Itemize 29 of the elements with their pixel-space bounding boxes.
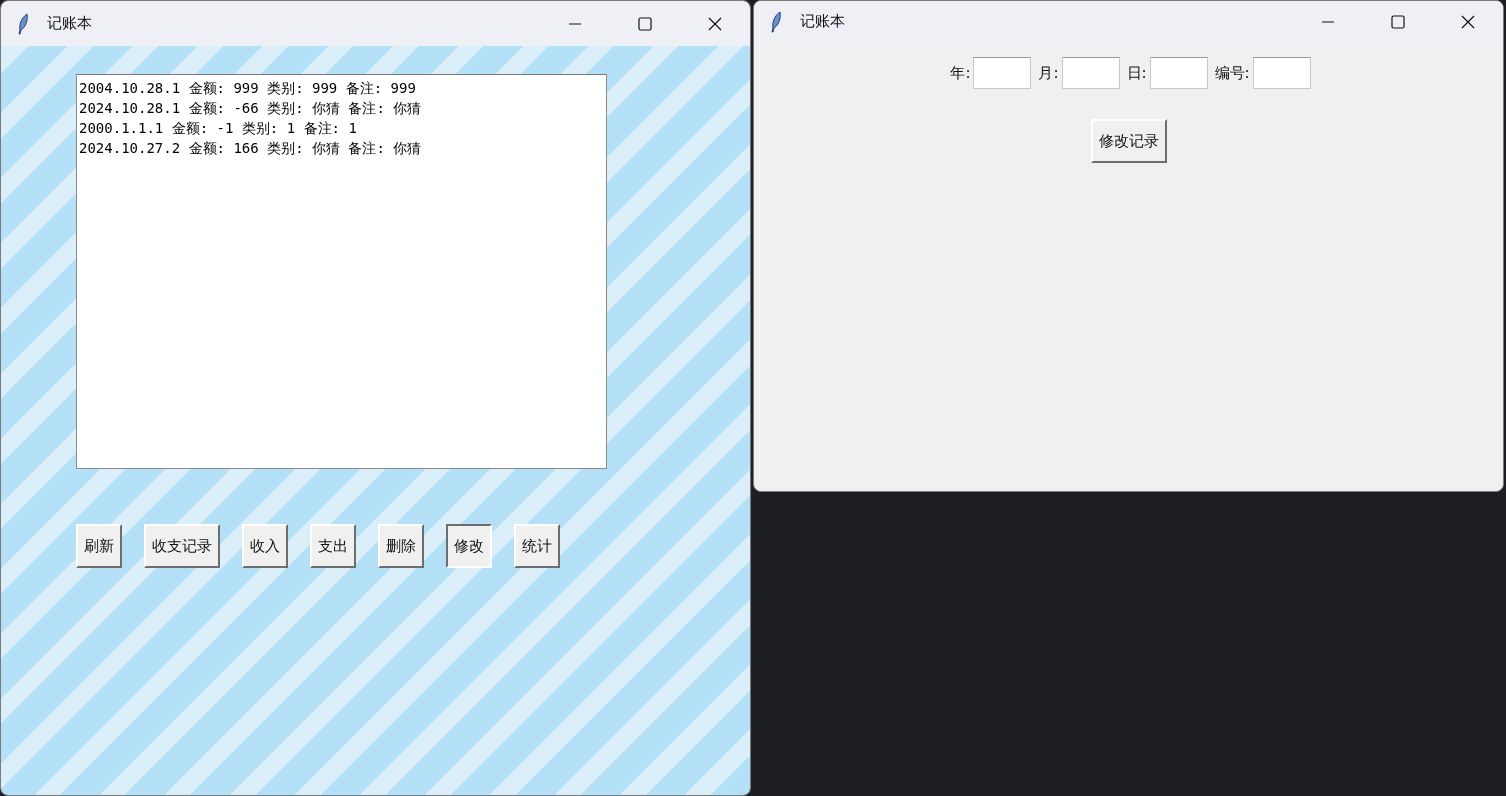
field-label: 日: xyxy=(1126,63,1147,83)
field-label: 编号: xyxy=(1214,63,1250,83)
input-field[interactable] xyxy=(1061,57,1120,89)
maximize-icon[interactable] xyxy=(1391,14,1405,29)
window-title: 记账本 xyxy=(800,12,846,31)
action-button[interactable]: 修改 xyxy=(446,524,492,568)
action-button[interactable]: 刷新 xyxy=(76,524,122,568)
record-item[interactable]: 2000.1.1.1 金额: -1 类别: 1 备注: 1 xyxy=(79,118,604,138)
action-button[interactable]: 收入 xyxy=(242,524,288,568)
action-button[interactable]: 支出 xyxy=(310,524,356,568)
maximize-icon[interactable] xyxy=(638,16,652,31)
record-item[interactable]: 2024.10.27.2 金额: 166 类别: 你猜 备注: 你猜 xyxy=(79,138,604,158)
feather-icon xyxy=(770,10,782,33)
record-list[interactable]: 2004.10.28.1 金额: 999 类别: 999 备注: 999 2024.10.28.1 金额: -66 类别: 你猜 备注: 你猜 2000.1.1.1 金额: -1 类别: 1 备注: 1 2024.10.27.2 金额: 166 类别: 你猜 备注: 你猜 xyxy=(76,74,607,469)
feather-icon xyxy=(17,12,29,35)
record-item[interactable]: 2004.10.28.1 金额: 999 类别: 999 备注: 999 xyxy=(79,78,604,98)
input-field[interactable] xyxy=(973,57,1032,89)
action-button[interactable]: 删除 xyxy=(378,524,424,568)
field-label: 年: xyxy=(950,63,971,83)
close-icon[interactable] xyxy=(708,16,722,31)
modify-record-button[interactable]: 修改记录 xyxy=(1090,119,1167,163)
field-label: 月: xyxy=(1038,63,1059,83)
close-icon[interactable] xyxy=(1461,14,1475,29)
action-button[interactable]: 统计 xyxy=(514,524,560,568)
input-field[interactable] xyxy=(1252,57,1311,89)
window-title: 记账本 xyxy=(47,14,93,33)
input-field[interactable] xyxy=(1149,57,1208,89)
record-item[interactable]: 2024.10.28.1 金额: -66 类别: 你猜 备注: 你猜 xyxy=(79,98,604,118)
action-button[interactable]: 收支记录 xyxy=(144,524,220,568)
